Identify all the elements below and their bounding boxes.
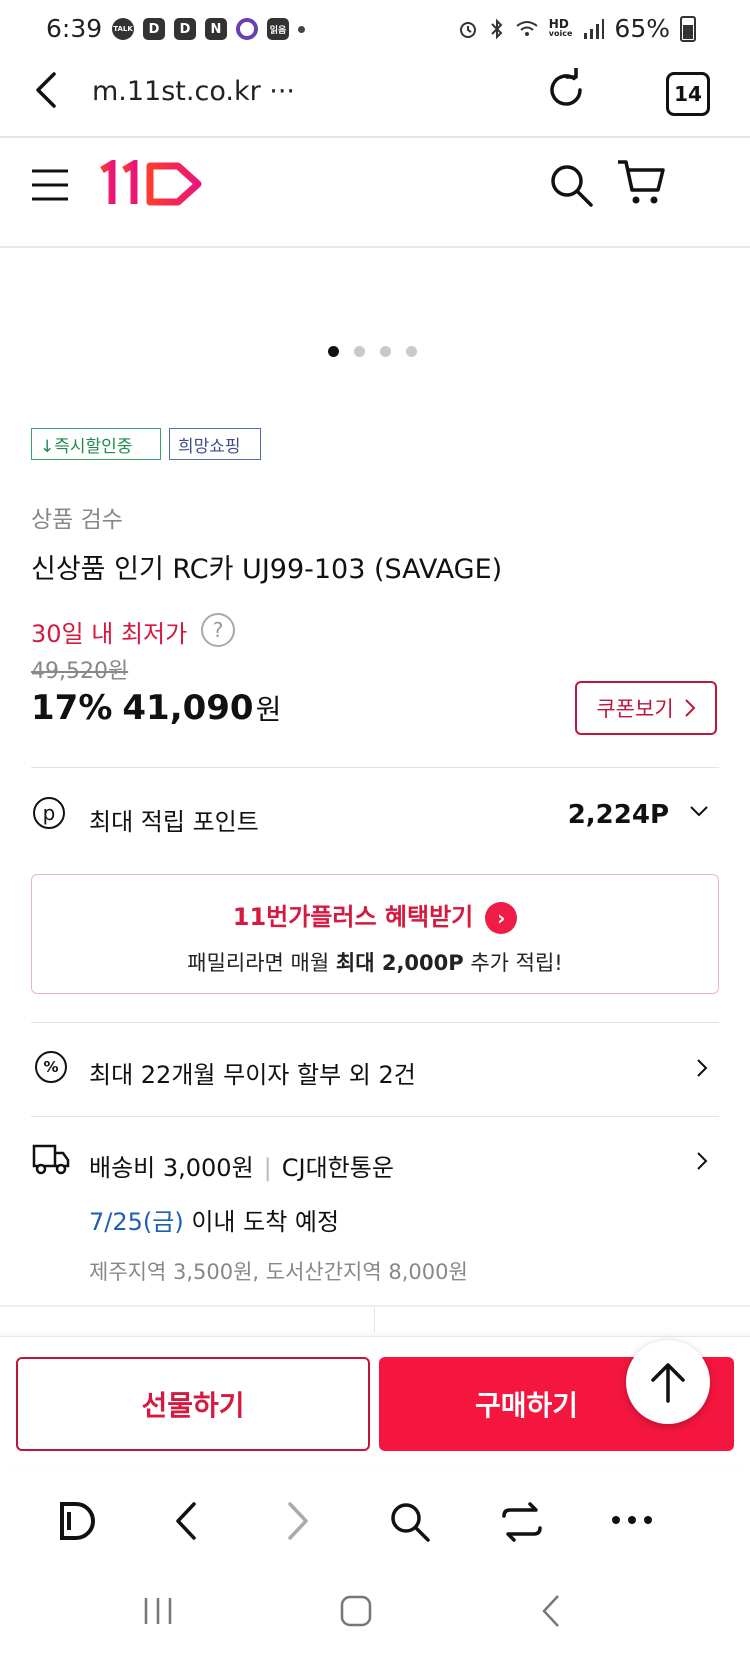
points-value: 2,224P — [567, 800, 669, 830]
lowest-price-label: 30일 내 최저가 — [31, 620, 188, 648]
carrier-name: CJ대한통운 — [281, 1154, 394, 1182]
alarm-icon — [459, 21, 476, 38]
sale-price: 41,090 — [122, 688, 254, 728]
battery-percent: 65% — [614, 14, 670, 43]
site-header — [0, 138, 750, 248]
search-icon[interactable] — [548, 162, 594, 208]
chevron-down-icon[interactable] — [689, 804, 709, 818]
installment-row[interactable]: % 최대 22개월 무이자 할부 외 2건 — [31, 1045, 719, 1095]
read-app-icon: 읽음 — [267, 18, 289, 40]
hd-voice-icon: HD voice — [548, 16, 573, 39]
extra-shipping-fees: 제주지역 3,500원, 도서산간지역 8,000원 — [89, 1260, 468, 1284]
tab-divider — [374, 1308, 375, 1332]
browser-bottom-nav — [0, 1472, 750, 1572]
d-logo-icon[interactable] — [56, 1500, 98, 1542]
original-price: 49,520원 — [31, 659, 129, 684]
plus-benefit-banner[interactable]: 11번가플러스 혜택받기 › 패밀리라면 매월 최대 2,000P 추가 적립! — [31, 874, 719, 994]
instant-discount-tag: ↓즉시할인중 — [31, 428, 161, 460]
discount-rate: 17% — [31, 688, 113, 728]
carousel-indicator[interactable] — [328, 346, 417, 357]
d-app-icon-2: D — [174, 18, 196, 40]
chevron-right-icon[interactable] — [695, 1057, 709, 1079]
shipping-fee-line: 배송비 3,000원 | CJ대한통운 — [89, 1148, 394, 1183]
shipping-row[interactable]: 배송비 3,000원 | CJ대한통운 7/25(금) 이내 도착 예정 제주지역 … — [31, 1138, 719, 1298]
divider — [31, 767, 719, 768]
more-notifications-dot — [298, 25, 305, 33]
11st-logo[interactable] — [98, 160, 204, 206]
cart-icon[interactable] — [616, 158, 666, 206]
bluetooth-icon — [491, 18, 503, 39]
carousel-dot-1[interactable] — [328, 346, 339, 357]
plus-desc-bold: 최대 2,000P — [335, 951, 464, 975]
tabs-icon[interactable] — [500, 1500, 544, 1544]
product-title: 신상품 인기 RC카 UJ99-103 (SAVAGE) — [31, 554, 503, 585]
kakaotalk-icon: TALK — [112, 18, 134, 40]
plus-title: 11번가플러스 혜택받기 › — [32, 897, 718, 934]
delivery-truck-icon — [32, 1144, 70, 1175]
hamburger-menu-icon[interactable] — [30, 168, 70, 202]
price-row: 17% 41,090 원 — [31, 688, 281, 728]
arrow-up-icon — [651, 1363, 685, 1403]
forward-icon[interactable] — [284, 1500, 312, 1542]
point-icon: p — [33, 797, 65, 829]
url-field[interactable]: m.11st.co.kr ··· — [92, 76, 295, 107]
delivery-date: 7/25(금) — [89, 1208, 184, 1236]
percent-icon: % — [35, 1051, 67, 1083]
recents-icon[interactable] — [142, 1594, 174, 1628]
points-label: 최대 적립 포인트 — [89, 808, 259, 836]
hd-label: HD — [548, 16, 569, 31]
delivery-date-line: 7/25(금) 이내 도착 예정 — [89, 1202, 339, 1237]
view-coupon-button[interactable]: 쿠폰보기 — [575, 681, 717, 735]
help-icon[interactable]: ? — [201, 613, 235, 647]
search-icon[interactable] — [388, 1500, 432, 1544]
hope-shopping-tag: 희망쇼핑 — [169, 428, 261, 460]
shipping-fee: 배송비 3,000원 — [89, 1154, 254, 1182]
home-icon[interactable] — [338, 1592, 374, 1630]
separator: | — [263, 1154, 272, 1182]
plus-desc-suffix: 추가 적립! — [463, 951, 563, 975]
more-icon[interactable] — [610, 1508, 654, 1532]
d-app-icon: D — [143, 18, 165, 40]
status-time: 6:39 — [46, 14, 103, 43]
product-subtitle: 상품 검수 — [31, 507, 123, 533]
plus-description: 패밀리라면 매월 최대 2,000P 추가 적립! — [32, 947, 718, 977]
points-row[interactable]: p 최대 적립 포인트 2,224P — [31, 792, 719, 842]
signal-icon — [584, 18, 605, 39]
arrow-right-circle-icon[interactable]: › — [485, 902, 518, 934]
status-bar: 6:39 TALK D D N 읽음 HD voice 65% — [0, 0, 750, 60]
delivery-date-suffix: 이내 도착 예정 — [183, 1208, 340, 1236]
wifi-icon — [516, 20, 538, 36]
divider — [31, 1022, 719, 1023]
browser-back-icon[interactable] — [30, 70, 64, 110]
back-icon[interactable] — [538, 1592, 566, 1630]
carousel-dot-2[interactable] — [354, 346, 365, 357]
currency: 원 — [255, 693, 282, 726]
section-divider — [0, 1305, 750, 1307]
reload-icon[interactable] — [544, 68, 588, 112]
gift-button[interactable]: 선물하기 — [16, 1357, 370, 1451]
plus-title-text: 11번가플러스 혜택받기 — [232, 903, 474, 931]
battery-icon — [680, 15, 696, 42]
divider — [31, 1116, 719, 1117]
tab-count-button[interactable]: 14 — [666, 72, 710, 116]
coupon-label: 쿠폰보기 — [596, 697, 674, 721]
installment-label: 최대 22개월 무이자 할부 외 2건 — [89, 1061, 416, 1089]
voice-label: voice — [548, 28, 573, 38]
carousel-dot-3[interactable] — [380, 346, 391, 357]
plus-desc-prefix: 패밀리라면 매월 — [187, 951, 336, 975]
browser-toolbar: m.11st.co.kr ··· 14 — [0, 60, 750, 138]
carousel-dot-4[interactable] — [406, 346, 417, 357]
circle-app-icon — [236, 18, 258, 40]
notification-icons: TALK D D N 읽음 — [112, 18, 305, 40]
chevron-right-icon — [684, 699, 696, 717]
status-right: HD voice 65% — [457, 14, 696, 43]
chevron-right-icon[interactable] — [695, 1150, 709, 1172]
scroll-to-top-button[interactable] — [626, 1340, 710, 1424]
system-navigation-bar — [0, 1572, 750, 1667]
naver-icon: N — [205, 18, 227, 40]
back-icon[interactable] — [172, 1500, 200, 1542]
